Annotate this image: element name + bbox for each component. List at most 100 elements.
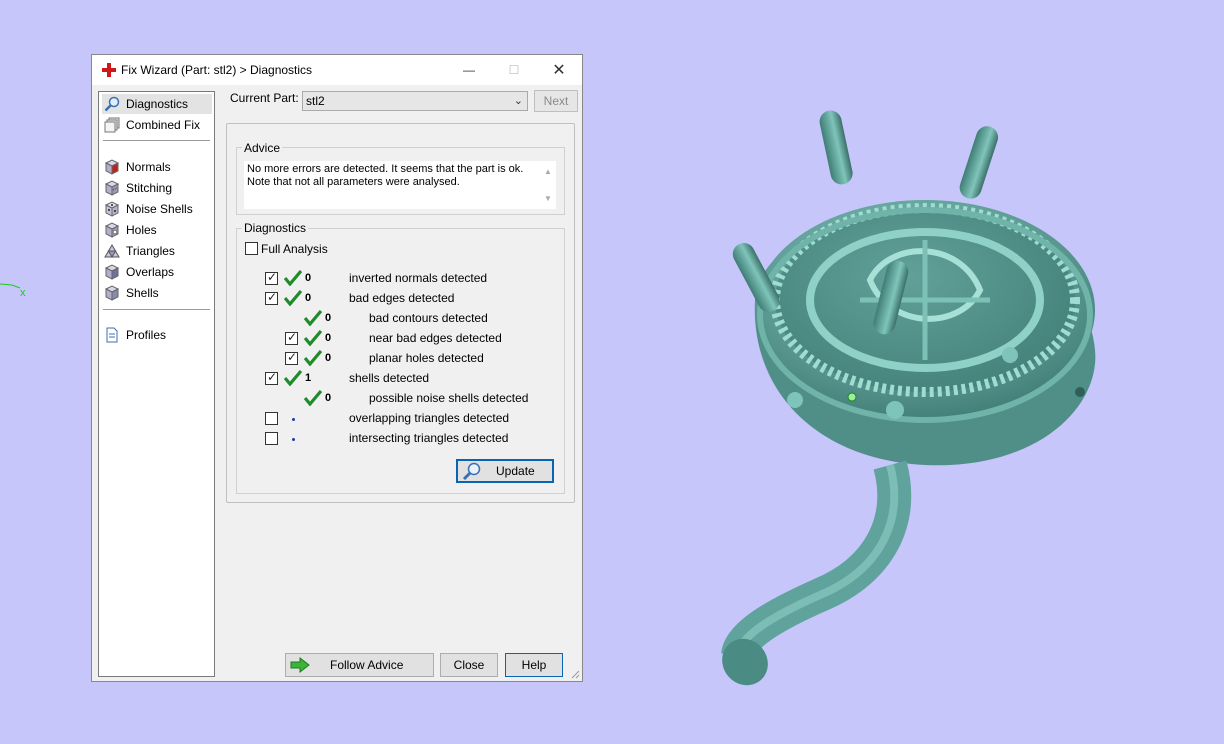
title-bar[interactable]: Fix Wizard (Part: stl2) > Diagnostics — … [92, 55, 582, 85]
sidebar-divider [103, 309, 210, 310]
arrow-right-icon [290, 657, 310, 673]
diag-row-checkbox[interactable]: ✓ [265, 370, 278, 385]
close-button-label: Close [453, 658, 485, 672]
checkmark-icon: ✓ [267, 270, 278, 284]
ring-model[interactable] [700, 100, 1120, 700]
diag-label: planar holes detected [369, 351, 484, 365]
sidebar-item-label: Noise Shells [126, 202, 193, 216]
advice-scrollbar[interactable]: ▲ ▼ [542, 163, 554, 207]
minimize-button[interactable]: — [446, 55, 492, 85]
diag-count: 0 [325, 392, 332, 404]
diag-row-checkbox[interactable]: ✓ [265, 290, 278, 305]
diag-label: inverted normals detected [349, 271, 488, 285]
green-check-icon [304, 330, 322, 346]
sidebar-item-overlaps[interactable]: Overlaps [102, 262, 212, 282]
update-button[interactable]: Update [456, 459, 554, 483]
diag-row-checkbox[interactable]: ✓ [265, 270, 278, 285]
scroll-up-icon[interactable]: ▲ [544, 165, 552, 178]
shells-cube-icon [104, 285, 120, 301]
diag-label: shells detected [349, 371, 430, 385]
diag-label: possible noise shells detected [369, 391, 529, 405]
advice-text-line: Note that not all parameters were analys… [247, 176, 460, 188]
sidebar-item-holes[interactable]: Holes [102, 220, 212, 240]
diag-label: bad edges detected [349, 291, 455, 305]
close-icon: ✕ [552, 62, 566, 79]
sidebar: Diagnostics Combined Fix Normals Stitchi… [98, 91, 215, 677]
diag-count: 0 [325, 312, 332, 324]
current-part-select[interactable]: stl2 ⌄ [302, 91, 528, 111]
diagnostics-title: Diagnostics [242, 221, 309, 235]
sidebar-item-label: Normals [126, 160, 171, 174]
scroll-down-icon[interactable]: ▼ [544, 192, 552, 205]
green-check-icon [304, 350, 322, 366]
sidebar-divider [103, 140, 210, 141]
advice-text-box[interactable]: No more errors are detected. It seems th… [244, 161, 556, 209]
resize-grip-icon[interactable] [570, 669, 580, 679]
diag-count: 0 [325, 352, 332, 364]
full-analysis-checkbox[interactable] [245, 242, 258, 255]
overlaps-cube-icon [104, 264, 120, 280]
checkmark-icon: ✓ [287, 350, 298, 364]
next-button-label: Next [543, 94, 569, 108]
dialog-title: Fix Wizard (Part: stl2) > Diagnostics [121, 63, 313, 77]
update-button-label: Update [496, 464, 535, 478]
sidebar-item-triangles[interactable]: Triangles [102, 241, 212, 261]
not-analysed-dot-icon [292, 438, 295, 441]
normals-cube-icon [104, 159, 120, 175]
checkmark-icon: ✓ [267, 290, 278, 304]
magnifier-icon [462, 462, 481, 480]
close-button[interactable]: Close [440, 653, 498, 677]
sidebar-item-profiles[interactable]: Profiles [102, 325, 212, 345]
sidebar-item-noise-shells[interactable]: Noise Shells [102, 199, 212, 219]
sidebar-item-label: Combined Fix [126, 118, 201, 132]
magnifier-icon [104, 96, 120, 112]
follow-advice-button[interactable]: Follow Advice [285, 653, 434, 677]
diag-row-checkbox[interactable] [265, 412, 278, 425]
fix-wizard-dialog: Fix Wizard (Part: stl2) > Diagnostics — … [91, 54, 583, 682]
noise-shells-icon [104, 201, 120, 217]
diag-count: 0 [305, 272, 312, 284]
diag-row-checkbox[interactable]: ✓ [285, 350, 298, 365]
not-analysed-dot-icon [292, 418, 295, 421]
red-cross-icon [102, 63, 116, 77]
green-check-icon [304, 390, 322, 406]
current-part-label: Current Part: [230, 91, 299, 105]
full-analysis-label: Full Analysis [261, 242, 328, 256]
sidebar-item-stitching[interactable]: Stitching [102, 178, 212, 198]
green-check-icon [284, 370, 302, 386]
checkmark-icon: ✓ [287, 330, 298, 344]
diag-row-checkbox[interactable]: ✓ [285, 330, 298, 345]
close-window-button[interactable]: ✕ [536, 55, 582, 85]
sidebar-item-diagnostics[interactable]: Diagnostics [102, 94, 212, 114]
sidebar-item-shells[interactable]: Shells [102, 283, 212, 303]
diag-row-checkbox[interactable] [265, 432, 278, 445]
chevron-down-icon: ⌄ [513, 95, 523, 107]
axis-x-label: x [20, 287, 26, 299]
sidebar-item-normals[interactable]: Normals [102, 157, 212, 177]
sidebar-item-label: Shells [126, 286, 159, 300]
stitching-cube-icon [104, 180, 120, 196]
maximize-icon: ☐ [508, 63, 520, 77]
holes-cube-icon [104, 222, 120, 238]
diag-count: 0 [305, 292, 312, 304]
help-button-label: Help [521, 658, 547, 672]
sidebar-item-label: Overlaps [126, 265, 175, 279]
advice-text-line: No more errors are detected. It seems th… [247, 163, 524, 175]
diag-label: near bad edges detected [369, 331, 502, 345]
diag-label: bad contours detected [369, 311, 488, 325]
document-icon [106, 327, 118, 343]
maximize-button[interactable]: ☐ [491, 55, 537, 85]
triangles-icon [104, 244, 120, 258]
diag-label: intersecting triangles detected [349, 431, 509, 445]
diag-label: overlapping triangles detected [349, 411, 510, 425]
next-button[interactable]: Next [534, 90, 578, 112]
green-check-icon [304, 310, 322, 326]
help-button[interactable]: Help [505, 653, 563, 677]
sidebar-item-label: Profiles [126, 328, 167, 342]
advice-title: Advice [242, 141, 283, 155]
follow-advice-label: Follow Advice [330, 658, 404, 672]
minimize-icon: — [463, 63, 475, 77]
stack-icon [104, 117, 120, 133]
diag-count: 1 [305, 372, 312, 384]
sidebar-item-combined-fix[interactable]: Combined Fix [102, 115, 212, 135]
